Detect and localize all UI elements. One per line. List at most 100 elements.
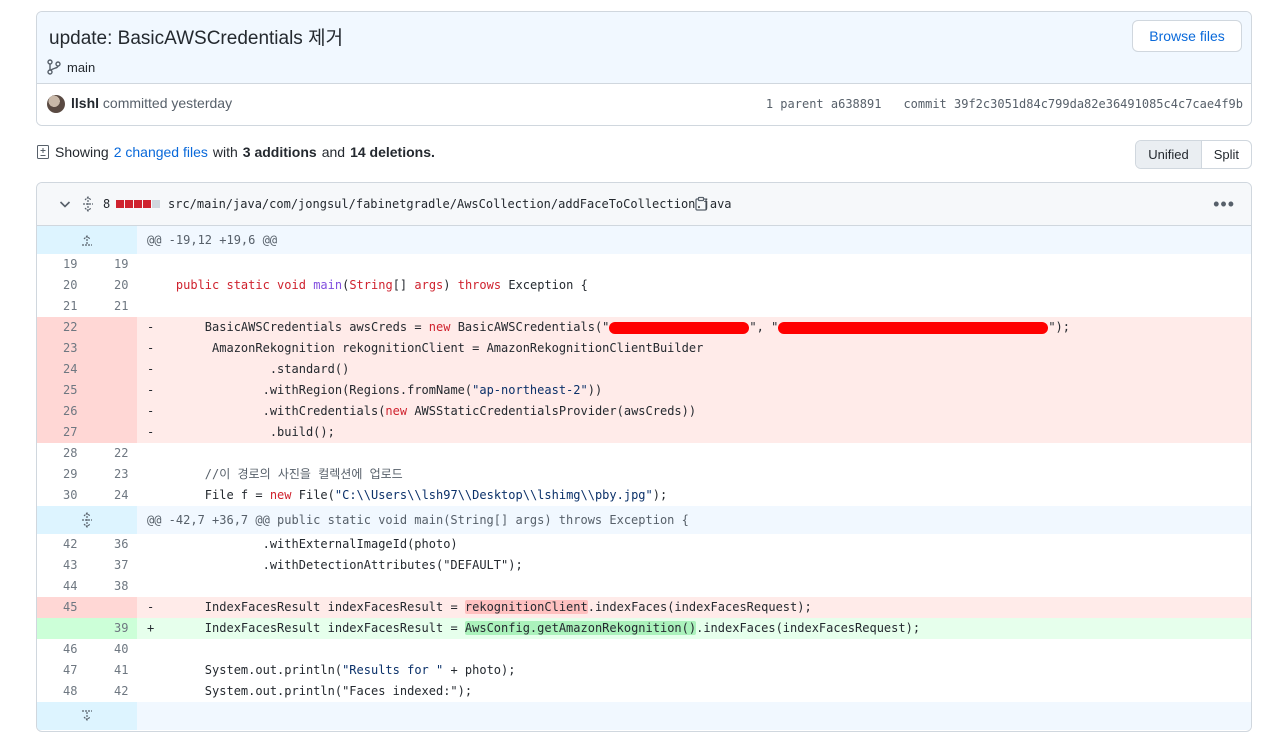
parent-sha[interactable]: 1 parent a638891 bbox=[766, 97, 882, 111]
commit-shas: 1 parent a638891 commit 39f2c3051d84c799… bbox=[766, 97, 1243, 111]
expand-down-icon[interactable] bbox=[37, 702, 137, 730]
new-line-number[interactable]: 37 bbox=[87, 555, 137, 576]
line-code: .withDetectionAttributes("DEFAULT"); bbox=[147, 558, 523, 572]
hunk-footer-fill bbox=[137, 702, 1251, 730]
line-code bbox=[137, 576, 1251, 597]
new-line-number[interactable] bbox=[87, 597, 137, 618]
browse-files-button[interactable]: Browse files bbox=[1132, 20, 1242, 52]
old-line-number[interactable]: 22 bbox=[37, 317, 87, 338]
expand-all-icon[interactable] bbox=[80, 183, 96, 225]
hunk-header-text: @@ -19,12 +19,6 @@ bbox=[137, 226, 1251, 254]
more-options-icon[interactable]: ••• bbox=[1213, 194, 1235, 215]
old-line-number[interactable]: 46 bbox=[37, 639, 87, 660]
line-code: + IndexFacesResult indexFacesResult = Aw… bbox=[137, 618, 1251, 639]
deleted-line: 24 - .standard() bbox=[37, 359, 1251, 380]
old-line-number[interactable]: 24 bbox=[37, 359, 87, 380]
new-line-number[interactable] bbox=[87, 380, 137, 401]
deleted-line: 25 - .withRegion(Regions.fromName("ap-no… bbox=[37, 380, 1251, 401]
git-branch-icon bbox=[47, 59, 61, 75]
line-code: .withExternalImageId(photo) bbox=[147, 537, 458, 551]
old-line-number[interactable]: 27 bbox=[37, 422, 87, 443]
commit-title-bar: update: BasicAWSCredentials 제거 main Brow… bbox=[37, 12, 1251, 84]
diff-line: 21 21 bbox=[37, 296, 1251, 317]
old-line-number[interactable]: 43 bbox=[37, 555, 87, 576]
new-line-number[interactable] bbox=[87, 422, 137, 443]
old-line-number[interactable] bbox=[37, 618, 87, 639]
new-line-number[interactable]: 42 bbox=[87, 681, 137, 702]
new-line-number[interactable]: 20 bbox=[87, 275, 137, 296]
old-line-number[interactable]: 48 bbox=[37, 681, 87, 702]
avatar[interactable] bbox=[47, 95, 65, 113]
old-line-number[interactable]: 21 bbox=[37, 296, 87, 317]
old-line-number[interactable]: 20 bbox=[37, 275, 87, 296]
old-line-number[interactable]: 45 bbox=[37, 597, 87, 618]
line-code: - IndexFacesResult indexFacesResult = re… bbox=[137, 597, 1251, 618]
file-header: 8 src/main/java/com/jongsul/fabinetgradl… bbox=[37, 183, 1251, 226]
old-line-number[interactable]: 30 bbox=[37, 485, 87, 506]
old-line-number[interactable]: 47 bbox=[37, 660, 87, 681]
line-code: System.out.println("Faces indexed:"); bbox=[147, 684, 473, 698]
line-text: .build(); bbox=[154, 425, 335, 439]
branch-indicator[interactable]: main bbox=[47, 59, 95, 75]
old-line-number[interactable]: 19 bbox=[37, 254, 87, 275]
file-path[interactable]: src/main/java/com/jongsul/fabinetgradle/… bbox=[168, 183, 732, 225]
new-line-number[interactable]: 36 bbox=[87, 534, 137, 555]
new-line-number[interactable]: 23 bbox=[87, 464, 137, 485]
expand-up-icon[interactable] bbox=[37, 226, 137, 254]
diff-line: 29 23 //이 경로의 사진을 컬렉션에 업로드 bbox=[37, 464, 1251, 485]
line-code: - .standard() bbox=[137, 359, 1251, 380]
branch-name: main bbox=[67, 59, 96, 75]
line-code bbox=[137, 639, 1251, 660]
commit-meta: llshl committed yesterday 1 parent a6388… bbox=[37, 84, 1251, 125]
new-line-number[interactable] bbox=[87, 401, 137, 422]
unified-view-button[interactable]: Unified bbox=[1136, 141, 1202, 168]
line-code: - .withRegion(Regions.fromName("ap-north… bbox=[137, 380, 1251, 401]
added-line: 39 + IndexFacesResult indexFacesResult =… bbox=[37, 618, 1251, 639]
new-line-number[interactable]: 22 bbox=[87, 443, 137, 464]
author-name[interactable]: llshl bbox=[71, 95, 99, 111]
commit-title: update: BasicAWSCredentials 제거 bbox=[49, 28, 344, 49]
diffstat-bar bbox=[116, 200, 161, 208]
new-line-number[interactable] bbox=[87, 359, 137, 380]
diff-line: 42 36 .withExternalImageId(photo) bbox=[37, 534, 1251, 555]
redaction-mark bbox=[609, 321, 750, 334]
new-line-number[interactable]: 21 bbox=[87, 296, 137, 317]
new-line-number[interactable] bbox=[87, 338, 137, 359]
diff-line: 20 20 public static void main(String[] a… bbox=[37, 275, 1251, 296]
collapse-chevron-icon[interactable] bbox=[57, 183, 73, 225]
line-code bbox=[137, 443, 1251, 464]
new-line-number[interactable] bbox=[87, 317, 137, 338]
new-line-number[interactable]: 38 bbox=[87, 576, 137, 597]
old-line-number[interactable]: 29 bbox=[37, 464, 87, 485]
change-count-label: 8 bbox=[103, 197, 111, 211]
diff-summary: Showing 2 changed files with 3 additions… bbox=[36, 144, 435, 160]
diff-sign: - bbox=[147, 600, 155, 614]
diff-line: 30 24 File f = new File("C:\\Users\\lsh9… bbox=[37, 485, 1251, 506]
new-line-number[interactable]: 39 bbox=[87, 618, 137, 639]
new-line-number[interactable]: 24 bbox=[87, 485, 137, 506]
old-line-number[interactable]: 23 bbox=[37, 338, 87, 359]
deleted-line: 27 - .build(); bbox=[37, 422, 1251, 443]
expand-both-icon[interactable] bbox=[37, 506, 137, 534]
line-code: public static void main(String[] args) t… bbox=[175, 278, 588, 292]
line-code: - .withCredentials(new AWSStaticCredenti… bbox=[137, 401, 1251, 422]
new-line-number[interactable]: 40 bbox=[87, 639, 137, 660]
old-line-number[interactable]: 26 bbox=[37, 401, 87, 422]
summary-and: and bbox=[321, 144, 346, 160]
redaction-mark bbox=[778, 321, 1049, 334]
split-view-button[interactable]: Split bbox=[1202, 141, 1251, 168]
line-code: //이 경로의 사진을 컬렉션에 업로드 bbox=[147, 467, 403, 481]
new-line-number[interactable]: 41 bbox=[87, 660, 137, 681]
hunk-header: @@ -19,12 +19,6 @@ bbox=[37, 226, 1251, 254]
hunk-header-text: @@ -42,7 +36,7 @@ public static void mai… bbox=[137, 506, 1251, 534]
diff-file: 8 src/main/java/com/jongsul/fabinetgradl… bbox=[36, 182, 1252, 732]
old-line-number[interactable]: 42 bbox=[37, 534, 87, 555]
line-code: - .build(); bbox=[137, 422, 1251, 443]
copy-path-icon[interactable] bbox=[694, 183, 708, 225]
changed-files-link[interactable]: 2 changed files bbox=[114, 144, 208, 160]
old-line-number[interactable]: 28 bbox=[37, 443, 87, 464]
commit-header: update: BasicAWSCredentials 제거 main Brow… bbox=[36, 11, 1252, 126]
old-line-number[interactable]: 25 bbox=[37, 380, 87, 401]
new-line-number[interactable]: 19 bbox=[87, 254, 137, 275]
old-line-number[interactable]: 44 bbox=[37, 576, 87, 597]
